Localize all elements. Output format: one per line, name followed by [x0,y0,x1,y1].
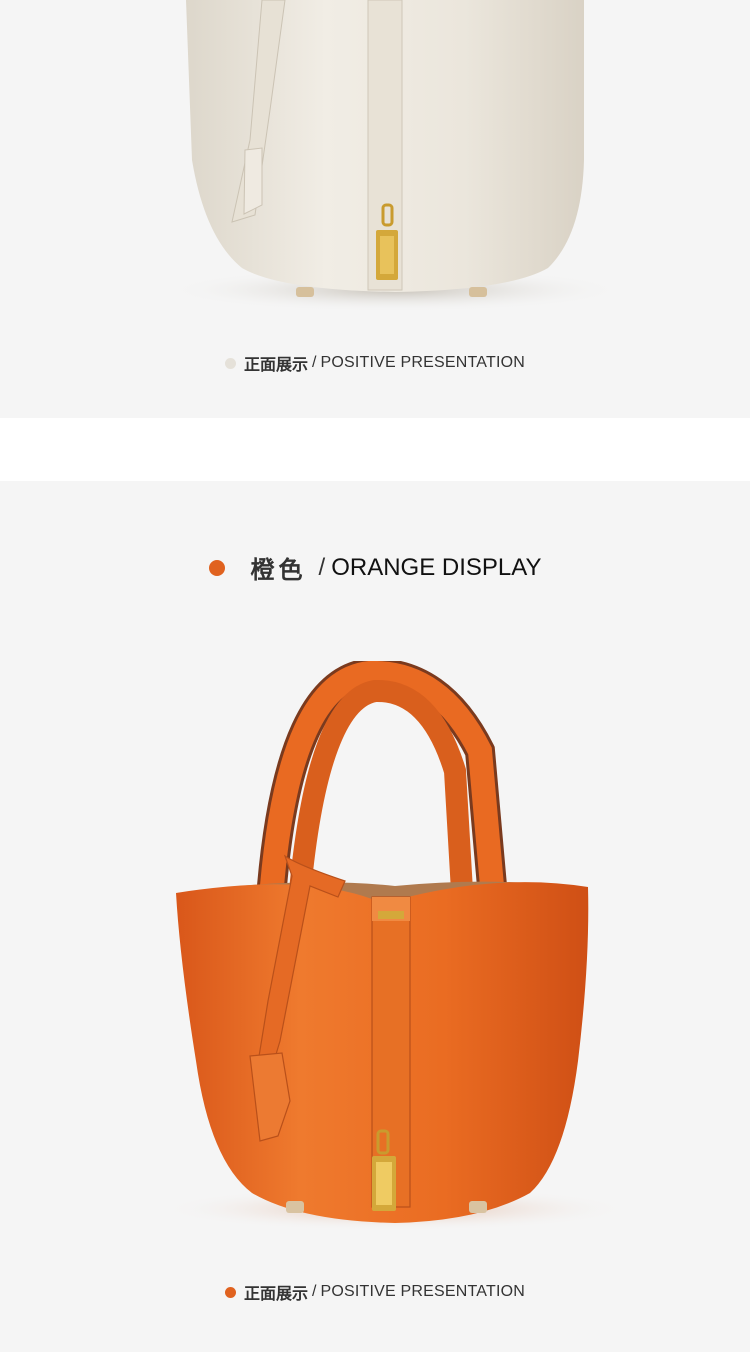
orange-section-caption: 正面展示 / POSITIVE PRESENTATION [0,1280,750,1304]
white-color-dot [225,357,236,369]
caption-separator: / [312,354,317,371]
orange-bag-section: 橙色 / ORANGE DISPLAY 正面展示 / POSITIVE PRES… [0,481,750,1352]
caption-en: POSITIVE PRESENTATION [320,1283,525,1300]
section-gap [0,418,750,481]
caption-cn: 正面展示 [244,1286,309,1303]
white-bag-image [165,0,625,312]
orange-bag-image [160,661,630,1231]
heading-en: ORANGE DISPLAY [331,553,542,581]
heading-separator: / [318,553,326,581]
caption-en: POSITIVE PRESENTATION [320,354,525,371]
orange-caption-dot [225,1286,236,1298]
heading-cn: 橙色 [250,557,307,584]
white-section-caption: 正面展示 / POSITIVE PRESENTATION [0,351,750,375]
caption-separator: / [312,1283,317,1300]
white-bag-section: 正面展示 / POSITIVE PRESENTATION [0,0,750,418]
caption-cn: 正面展示 [244,357,309,374]
orange-color-dot [208,559,225,576]
orange-section-heading: 橙色 / ORANGE DISPLAY [0,550,750,585]
